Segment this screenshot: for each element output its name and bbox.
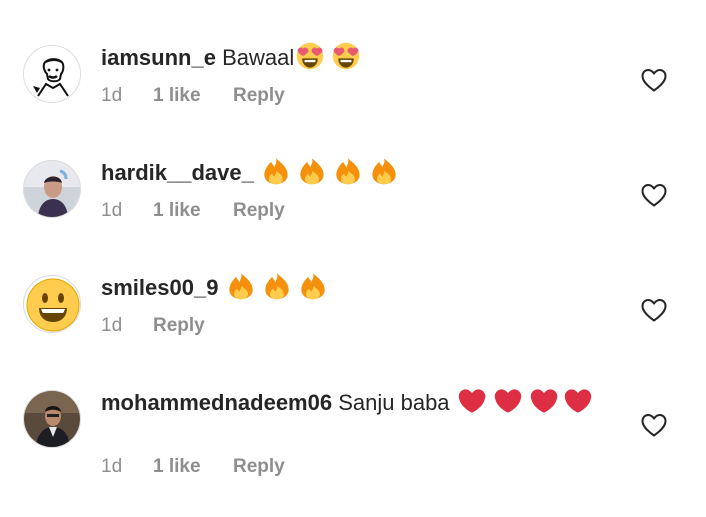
comment-likes[interactable]: 1 like bbox=[153, 199, 233, 223]
reply-button[interactable]: Reply bbox=[233, 84, 285, 108]
comment-username[interactable]: iamsunn_e bbox=[101, 45, 216, 70]
fire-emoji bbox=[262, 157, 290, 193]
heart-outline-icon[interactable] bbox=[641, 68, 667, 92]
comment-time: 1d bbox=[101, 456, 123, 477]
comment-meta: 1d 1 like Reply bbox=[101, 84, 285, 108]
red-heart-emoji bbox=[494, 387, 522, 423]
fire-emoji bbox=[299, 272, 327, 308]
red-heart-emoji bbox=[530, 387, 558, 423]
fire-emoji bbox=[298, 157, 326, 193]
comment-likes[interactable]: 1 like bbox=[153, 455, 233, 479]
comment-username[interactable]: hardik__dave_ bbox=[101, 160, 254, 185]
comment-username[interactable]: smiles00_9 bbox=[101, 275, 218, 300]
fire-emoji bbox=[263, 272, 291, 308]
fire-emoji bbox=[227, 272, 255, 308]
red-heart-emoji bbox=[564, 387, 592, 423]
heart-eyes-emoji bbox=[332, 42, 360, 78]
avatar[interactable] bbox=[23, 390, 81, 448]
reply-button[interactable]: Reply bbox=[233, 199, 285, 223]
comment-text: Sanju baba bbox=[338, 390, 450, 415]
comment-line: smiles00_9 bbox=[101, 272, 636, 308]
reply-button[interactable]: Reply bbox=[153, 314, 205, 338]
reply-button[interactable]: Reply bbox=[233, 455, 285, 479]
heart-outline-icon[interactable] bbox=[641, 183, 667, 207]
comment-meta: 1d 1 like Reply bbox=[101, 199, 285, 223]
comment-time: 1d bbox=[101, 315, 123, 336]
comment-meta: 1d Reply bbox=[101, 314, 205, 338]
heart-eyes-emoji bbox=[296, 42, 324, 78]
fire-emoji bbox=[370, 157, 398, 193]
red-heart-emoji bbox=[458, 387, 486, 423]
comment-line: hardik__dave_ bbox=[101, 157, 636, 193]
avatar[interactable] bbox=[23, 275, 81, 333]
comment-line: iamsunn_e Bawaal bbox=[101, 42, 636, 78]
fire-emoji bbox=[334, 157, 362, 193]
heart-outline-icon[interactable] bbox=[641, 413, 667, 437]
avatar[interactable] bbox=[23, 45, 81, 103]
heart-outline-icon[interactable] bbox=[641, 298, 667, 322]
comment-likes[interactable]: 1 like bbox=[153, 84, 233, 108]
comment-text: Bawaal bbox=[222, 45, 295, 70]
avatar[interactable] bbox=[23, 160, 81, 218]
comment-line: mohammednadeem06 Sanju baba bbox=[101, 387, 606, 423]
comment-time: 1d bbox=[101, 85, 123, 106]
comment-time: 1d bbox=[101, 200, 123, 221]
comment-meta: 1d 1 like Reply bbox=[101, 455, 285, 479]
comment-username[interactable]: mohammednadeem06 bbox=[101, 390, 332, 415]
